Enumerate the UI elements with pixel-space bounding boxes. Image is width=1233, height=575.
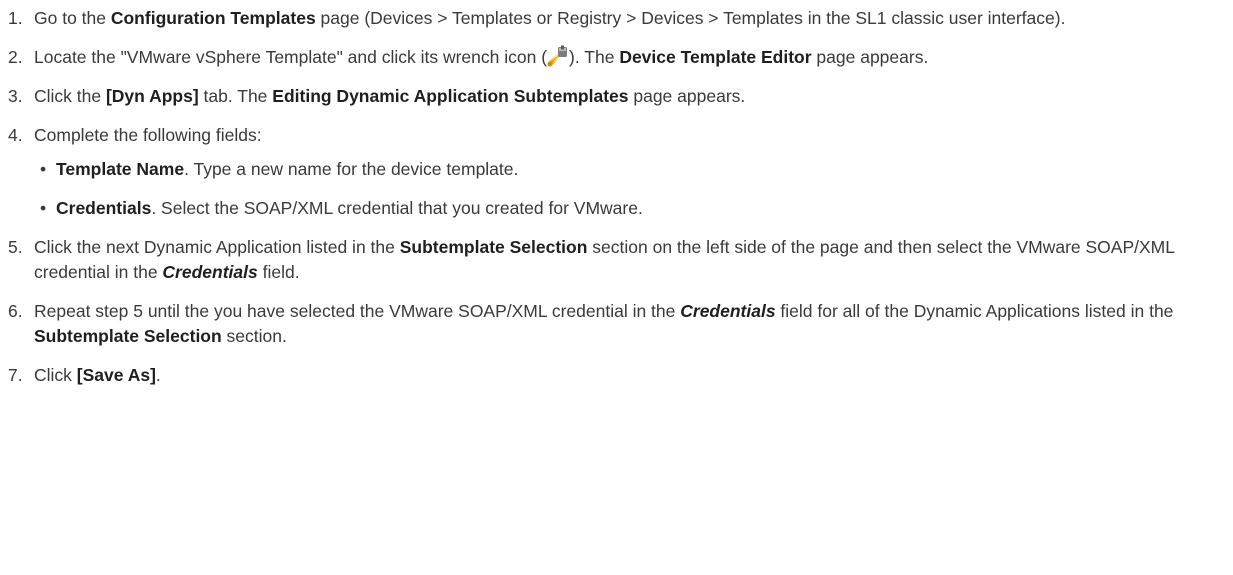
step-text: Click bbox=[34, 365, 77, 385]
step-text: Complete the following fields: bbox=[34, 125, 262, 145]
ui-term: Configuration Templates bbox=[110, 8, 316, 28]
step-text: Click the next Dynamic Application liste… bbox=[34, 237, 400, 257]
step-text: Locate the "VMware vSphere Template" and… bbox=[34, 47, 548, 67]
procedure-steps: 1. Go to the Configuration Templates pag… bbox=[0, 0, 1233, 388]
step-1: 1. Go to the Configuration Templates pag… bbox=[0, 6, 1233, 31]
step-number: 3. bbox=[8, 86, 23, 106]
ui-term: [Save As] bbox=[76, 365, 156, 385]
step-text: Repeat step 5 until the you have selecte… bbox=[34, 301, 681, 321]
step-number: 1. bbox=[8, 8, 23, 28]
field-reference: Credentials bbox=[680, 301, 776, 321]
step-text: section. bbox=[221, 326, 287, 346]
step-number: 6. bbox=[8, 301, 23, 321]
step-number: 7. bbox=[8, 365, 23, 385]
step-text: page appears. bbox=[811, 47, 929, 67]
ui-term: [Dyn Apps] bbox=[105, 86, 199, 106]
field-description: . Type a new name for the device templat… bbox=[184, 159, 519, 179]
step-text: field. bbox=[257, 262, 300, 282]
step-number: 5. bbox=[8, 237, 23, 257]
bullet-marker: • bbox=[40, 198, 47, 218]
step-text: field for all of the Dynamic Application… bbox=[775, 301, 1174, 321]
list-item: • Template Name. Type a new name for the… bbox=[34, 157, 1233, 182]
step-text: page (Devices > Templates or Registry > … bbox=[315, 8, 1066, 28]
field-reference: Credentials bbox=[162, 262, 258, 282]
field-description: . Select the SOAP/XML credential that yo… bbox=[151, 198, 643, 218]
step-text: . bbox=[155, 365, 161, 385]
ui-term: Subtemplate Selection bbox=[399, 237, 588, 257]
step-text: Go to the bbox=[34, 8, 111, 28]
step-2: 2. Locate the "VMware vSphere Template" … bbox=[0, 45, 1233, 70]
ui-term: Device Template Editor bbox=[619, 47, 812, 67]
step-text: ). The bbox=[569, 47, 620, 67]
step-6: 6. Repeat step 5 until the you have sele… bbox=[0, 299, 1233, 349]
step-number: 4. bbox=[8, 125, 23, 145]
step-text: page appears. bbox=[628, 86, 746, 106]
ui-term: Subtemplate Selection bbox=[34, 326, 222, 346]
wrench-icon bbox=[547, 45, 568, 67]
step-text: Click the bbox=[34, 86, 106, 106]
field-name: Credentials bbox=[56, 198, 152, 218]
bullet-marker: • bbox=[40, 159, 47, 179]
field-list: • Template Name. Type a new name for the… bbox=[34, 157, 1233, 221]
step-number: 2. bbox=[8, 47, 23, 67]
list-item: • Credentials. Select the SOAP/XML crede… bbox=[34, 196, 1233, 221]
step-3: 3. Click the [Dyn Apps] tab. The Editing… bbox=[0, 84, 1233, 109]
step-5: 5. Click the next Dynamic Application li… bbox=[0, 235, 1233, 285]
step-4: 4. Complete the following fields: • Temp… bbox=[0, 123, 1233, 221]
field-name: Template Name bbox=[56, 159, 185, 179]
step-7: 7. Click [Save As]. bbox=[0, 363, 1233, 388]
ui-term: Editing Dynamic Application Subtemplates bbox=[272, 86, 629, 106]
step-text: tab. The bbox=[198, 86, 273, 106]
